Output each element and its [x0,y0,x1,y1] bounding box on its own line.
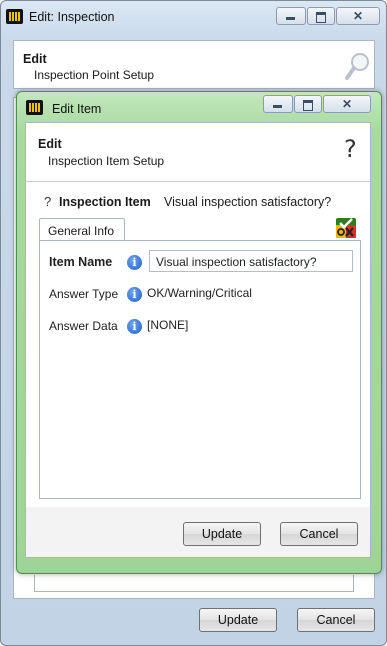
answer-data-label: Answer Data [49,319,118,333]
app-logo-icon [26,100,43,115]
inner-body-panel: Edit Inspection Item Setup ? ? Inspectio… [25,122,371,509]
inner-maximize-button[interactable] [294,95,322,113]
info-icon[interactable]: i [127,255,142,270]
general-info-panel: Item Name i Visual inspection satisfacto… [39,240,361,499]
tab-general-info[interactable]: General Info [39,218,125,242]
outer-header-title: Edit [23,52,47,66]
edit-item-dialog: Edit Item ✕ Edit Inspection Item Setup ?… [16,91,382,574]
outer-maximize-button[interactable] [307,7,335,25]
question-mark-icon: ? [44,194,52,209]
inner-close-button[interactable]: ✕ [323,95,371,113]
outer-header-subtitle: Inspection Point Setup [34,68,155,82]
close-icon: ✕ [341,97,353,111]
outer-window-title: Edit: Inspection [29,10,115,24]
maximize-icon [303,100,313,111]
outer-minimize-button[interactable] [276,7,306,25]
app-logo-icon [6,9,23,24]
minimize-icon [273,105,282,108]
minimize-icon [286,17,295,20]
inner-header-title: Edit [38,137,62,151]
search-icon[interactable] [344,51,372,83]
outer-header-panel: Edit Inspection Point Setup [13,40,375,89]
inspection-item-heading: Inspection Item [59,195,151,209]
answer-data-value: [NONE] [147,318,189,332]
tab-general-info-label: General Info [48,224,115,238]
item-name-label: Item Name [49,255,113,269]
inner-window-title: Edit Item [52,102,102,116]
item-name-input-value: Visual inspection satisfactory? [156,255,317,269]
maximize-icon [316,12,326,23]
answer-type-label: Answer Type [49,287,119,301]
close-icon: ✕ [352,9,364,23]
inner-update-button[interactable]: Update [183,522,261,546]
help-icon[interactable]: ? [344,135,357,163]
info-icon[interactable]: i [127,319,142,334]
answer-type-value: OK/Warning/Critical [147,286,252,300]
inner-minimize-button[interactable] [263,95,293,113]
inner-header-subtitle: Inspection Item Setup [48,154,165,168]
ok-warning-critical-icon [336,218,356,238]
header-divider [26,181,370,182]
inner-cancel-button[interactable]: Cancel [280,522,358,546]
item-name-input[interactable]: Visual inspection satisfactory? [149,250,353,272]
outer-content-list [34,575,354,592]
inner-footer: Update Cancel [25,507,371,558]
outer-update-button[interactable]: Update [199,608,277,632]
outer-close-button[interactable]: ✕ [336,7,380,25]
inspection-item-value: Visual inspection satisfactory? [164,195,332,209]
outer-cancel-button[interactable]: Cancel [297,608,375,632]
info-icon[interactable]: i [127,287,142,302]
